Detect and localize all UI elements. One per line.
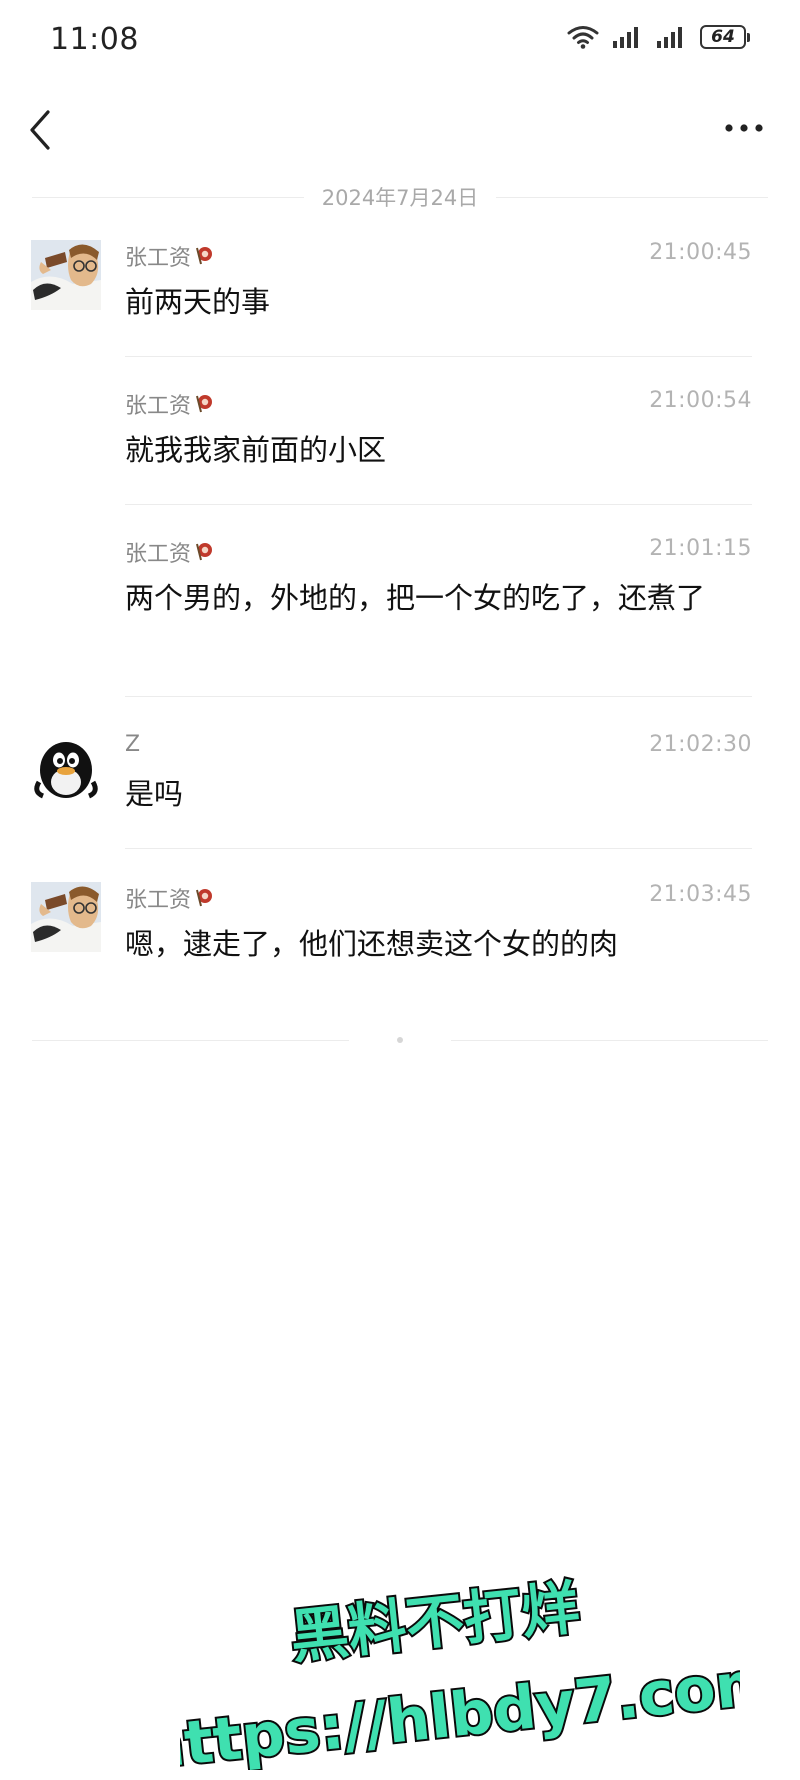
signal-icon-sim1 (612, 25, 644, 49)
message-timestamp: 21:00:54 (649, 388, 752, 413)
message-item[interactable]: 张工资 21:01:15 两个男的，外地的，把一个女的吃了，还煮了 (0, 536, 800, 696)
badge-icon (196, 889, 213, 907)
avatar-zhanggongzi[interactable] (31, 240, 101, 310)
battery-level: 64 (700, 25, 746, 49)
date-label: 2024年7月24日 (321, 186, 479, 210)
sender-name: 张工资 (125, 536, 215, 568)
message-text[interactable]: 前两天的事 (125, 284, 752, 322)
wifi-icon (566, 24, 600, 50)
status-bar: 11:08 64 (0, 0, 800, 80)
message-text[interactable]: 就我我家前面的小区 (125, 432, 752, 470)
sender-name: 张工资 (125, 240, 215, 272)
badge-icon (196, 247, 213, 265)
message-timestamp: 21:01:15 (649, 536, 752, 561)
message-text[interactable]: 嗯，逮走了，他们还想卖这个女的的肉 (125, 926, 752, 964)
end-divider (32, 1030, 768, 1050)
battery-icon: 64 (700, 25, 750, 49)
message-item[interactable]: Z 21:02:30 是吗 (0, 732, 800, 848)
nav-header (0, 100, 800, 160)
message-timestamp: 21:00:45 (649, 240, 752, 265)
watermark: 黑料不打烊 https://hlbdy7.com (136, 1570, 783, 1780)
message-separator (125, 356, 752, 357)
message-item[interactable]: 张工资 21:00:45 前两天的事 (0, 240, 800, 356)
penguin-avatar-icon (31, 732, 101, 802)
sender-name: 张工资 (125, 388, 215, 420)
sender-name: Z (125, 732, 141, 757)
signal-icon-sim2 (656, 25, 688, 49)
message-text[interactable]: 两个男的，外地的，把一个女的吃了，还煮了 (125, 580, 752, 618)
badge-icon (196, 543, 213, 561)
message-text[interactable]: 是吗 (125, 776, 752, 814)
watermark-line2: https://hlbdy7.com (180, 1647, 740, 1770)
message-item[interactable]: 张工资 21:03:45 嗯，逮走了，他们还想卖这个女的的肉 (0, 882, 800, 998)
status-time: 11:08 (50, 22, 139, 57)
date-divider: 2024年7月24日 (32, 182, 768, 212)
message-separator (125, 696, 752, 697)
badge-icon (196, 395, 213, 413)
message-item[interactable]: 张工资 21:00:54 就我我家前面的小区 (0, 388, 800, 504)
message-separator (125, 848, 752, 849)
message-timestamp: 21:02:30 (649, 732, 752, 757)
status-icons: 64 (566, 24, 750, 50)
avatar-zhanggongzi[interactable] (31, 882, 101, 952)
avatar-z[interactable] (31, 732, 101, 802)
watermark-logo: 黑料不打烊 https://hlbdy7.com (136, 1571, 783, 1780)
sender-name: 张工资 (125, 882, 215, 914)
more-options-button[interactable] (722, 116, 766, 140)
cartoon-man-avatar-icon (31, 882, 101, 952)
watermark-line1: 黑料不打烊 (287, 1573, 583, 1671)
chevron-left-icon (30, 110, 50, 150)
back-button[interactable] (26, 108, 56, 152)
more-dots-icon (725, 124, 763, 132)
message-timestamp: 21:03:45 (649, 882, 752, 907)
message-separator (125, 504, 752, 505)
cartoon-man-avatar-icon (31, 240, 101, 310)
